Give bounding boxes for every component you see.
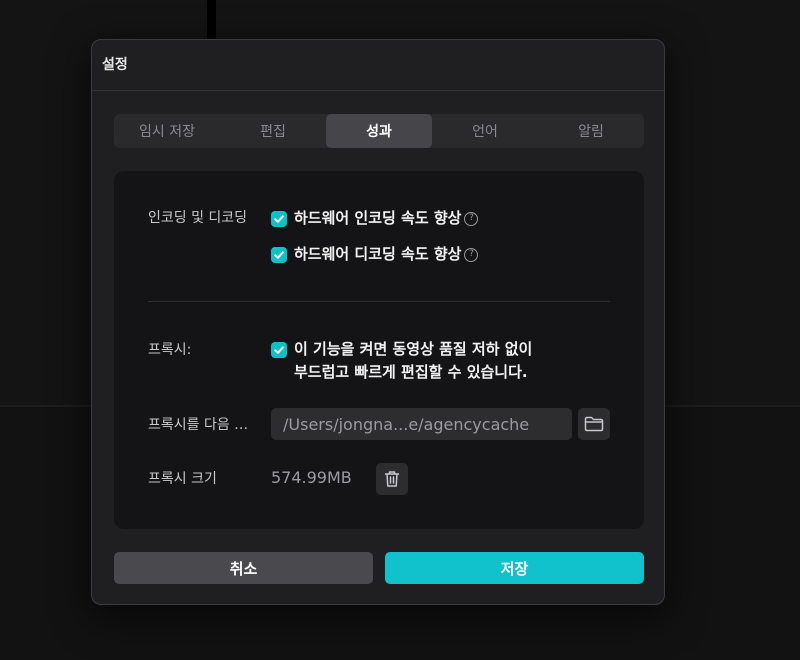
hw-decoding-option: 하드웨어 디코딩 속도 향상?: [294, 243, 479, 265]
tab-language[interactable]: 언어: [432, 114, 538, 148]
hw-encoding-option: 하드웨어 인코딩 속도 향상?: [294, 207, 479, 229]
section-divider: [148, 301, 610, 302]
proxy-description-line2: 부드럽고 빠르게 편집할 수 있습니다.: [294, 363, 528, 381]
help-icon[interactable]: ?: [464, 211, 479, 226]
title-divider: [92, 90, 664, 91]
tab-edit[interactable]: 편집: [220, 114, 326, 148]
proxy-label: 프록시:: [148, 342, 192, 358]
hw-encoding-label: 하드웨어 인코딩 속도 향상: [294, 209, 462, 227]
settings-dialog: 설정 임시 저장 편집 성과 언어 알림 인코딩 및 디코딩 하드웨어 인코딩 …: [91, 39, 665, 605]
check-icon: [274, 251, 284, 259]
tab-performance[interactable]: 성과: [326, 114, 432, 148]
folder-icon: [584, 416, 604, 432]
cancel-button[interactable]: 취소: [114, 552, 373, 584]
proxy-checkbox[interactable]: [271, 342, 287, 358]
tab-autosave[interactable]: 임시 저장: [114, 114, 220, 148]
hw-decoding-checkbox[interactable]: [271, 247, 287, 263]
tab-notifications[interactable]: 알림: [538, 114, 644, 148]
hw-encoding-checkbox[interactable]: [271, 211, 287, 227]
proxy-description-line1: 이 기능을 켜면 동영상 품질 저하 없이: [294, 340, 533, 358]
clear-proxy-button[interactable]: [376, 463, 408, 495]
save-button[interactable]: 저장: [385, 552, 644, 584]
hw-decoding-label: 하드웨어 디코딩 속도 향상: [294, 245, 462, 263]
encoding-label: 인코딩 및 디코딩: [148, 210, 248, 226]
proxy-size-value: 574.99MB: [271, 468, 352, 487]
dialog-title: 설정: [102, 57, 128, 73]
proxy-location-label: 프록시를 다음 …: [148, 417, 249, 433]
performance-panel: 인코딩 및 디코딩 하드웨어 인코딩 속도 향상? 하드웨어 디코딩 속도 향상…: [114, 171, 644, 529]
help-icon[interactable]: ?: [464, 247, 479, 262]
browse-folder-button[interactable]: [578, 408, 610, 440]
proxy-location-path[interactable]: /Users/jongna...e/agencycache: [271, 408, 572, 440]
trash-icon: [384, 471, 400, 487]
settings-tabs: 임시 저장 편집 성과 언어 알림: [114, 114, 644, 148]
check-icon: [274, 215, 284, 223]
proxy-size-label: 프록시 크기: [148, 471, 217, 487]
check-icon: [274, 346, 284, 354]
